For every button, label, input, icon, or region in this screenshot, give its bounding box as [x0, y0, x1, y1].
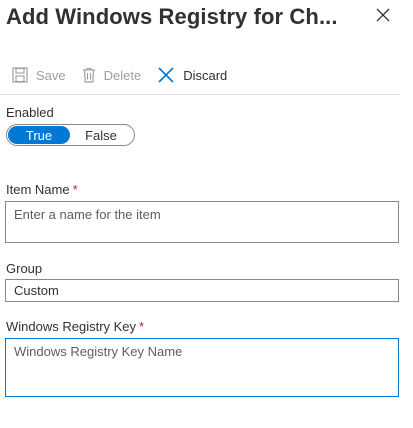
registry-key-placeholder: Windows Registry Key Name [14, 344, 183, 359]
group-label: Group [6, 261, 43, 276]
required-marker: * [139, 319, 145, 334]
item-name-field[interactable]: Enter a name for the item [5, 201, 399, 243]
discard-label: Discard [183, 67, 228, 83]
save-button[interactable]: Save [12, 67, 66, 83]
command-bar: Save Delete Discard [12, 64, 243, 86]
enabled-toggle[interactable]: True False [6, 124, 135, 146]
toolbar-divider [0, 94, 400, 95]
trash-icon [82, 67, 95, 83]
toggle-option-false[interactable]: False [70, 126, 132, 144]
item-name-label-text: Item Name [6, 182, 70, 197]
group-value: Custom [14, 283, 59, 298]
delete-button[interactable]: Delete [82, 67, 142, 83]
close-button[interactable] [374, 6, 392, 24]
registry-key-label: Windows Registry Key * [6, 319, 144, 334]
toggle-option-true[interactable]: True [8, 126, 70, 144]
delete-label: Delete [103, 67, 142, 83]
group-field[interactable]: Custom [5, 279, 399, 302]
panel-header: Add Windows Registry for Ch... [6, 2, 413, 36]
item-name-label: Item Name * [6, 182, 78, 197]
save-label: Save [36, 67, 66, 83]
registry-key-field[interactable]: Windows Registry Key Name [5, 338, 399, 397]
required-marker: * [72, 182, 78, 197]
panel-title: Add Windows Registry for Ch... [6, 4, 338, 29]
add-registry-panel: Add Windows Registry for Ch... Save Dele… [0, 0, 413, 428]
close-icon [376, 8, 390, 22]
registry-key-label-text: Windows Registry Key [6, 319, 137, 334]
discard-icon [158, 67, 174, 83]
enabled-label: Enabled [6, 105, 54, 120]
save-icon [12, 67, 28, 83]
item-name-placeholder: Enter a name for the item [14, 207, 161, 222]
discard-button[interactable]: Discard [157, 66, 227, 84]
